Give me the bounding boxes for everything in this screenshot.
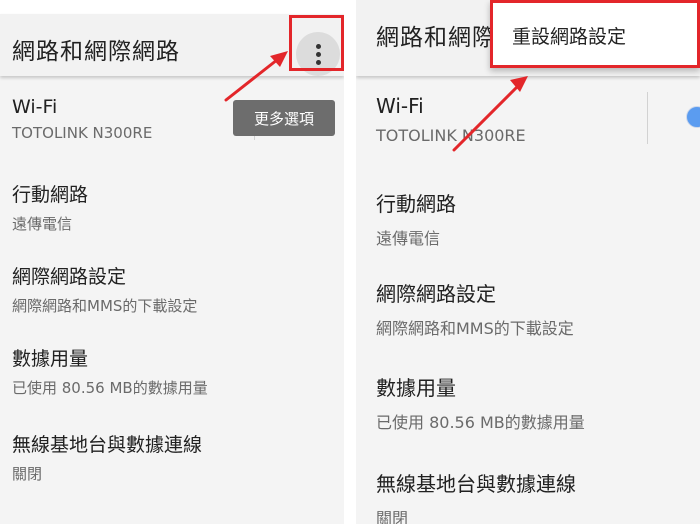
annotation-arrow	[452, 76, 528, 152]
settings-screen-before: 網路和網際網路 Wi-Fi TOTOLINK N300RE 更多選項 行動網路 …	[0, 0, 344, 524]
settings-screen-after: 網路和網際 重設網路設定 Wi-Fi TOTOLINK N300RE 行動網路 …	[356, 0, 700, 524]
annotation-arrow	[224, 51, 288, 102]
